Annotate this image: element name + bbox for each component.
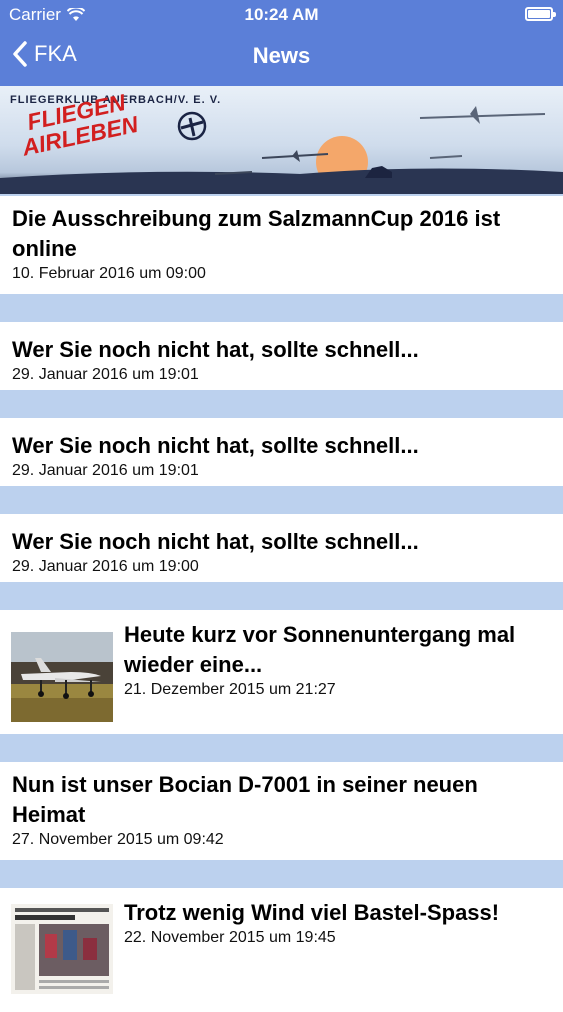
news-item[interactable]: Wer Sie noch nicht hat, sollte schnell..… — [0, 418, 563, 486]
news-date: 29. Januar 2016 um 19:01 — [12, 366, 199, 383]
separator — [0, 582, 563, 610]
news-list: Die Ausschreibung zum SalzmannCup 2016 i… — [0, 196, 563, 1012]
separator — [0, 734, 563, 762]
club-banner: FLIEGERKLUB AUERBACH/V. E. V. FLIEGEN AI… — [0, 86, 563, 194]
news-title: Heute kurz vor Sonnenuntergang mal wiede… — [124, 622, 516, 677]
news-item[interactable]: Die Ausschreibung zum SalzmannCup 2016 i… — [0, 196, 563, 294]
newspaper-thumbnail — [11, 904, 113, 994]
battery-icon — [525, 7, 556, 21]
news-title: Wer Sie noch nicht hat, sollte schnell..… — [12, 529, 419, 554]
news-item[interactable]: Trotz wenig Wind viel Bastel-Spass! 22. … — [0, 888, 563, 1012]
navigation-bar: FKA News — [0, 30, 563, 86]
news-text: Trotz wenig Wind viel Bastel-Spass! 22. … — [124, 898, 553, 948]
news-title: Nun ist unser Bocian D-7001 in seiner ne… — [12, 772, 478, 827]
news-date: 27. November 2015 um 09:42 — [12, 831, 224, 848]
separator — [0, 860, 563, 888]
news-text: Heute kurz vor Sonnenuntergang mal wiede… — [124, 620, 553, 700]
news-date: 29. Januar 2016 um 19:00 — [12, 558, 199, 575]
news-date: 10. Februar 2016 um 09:00 — [12, 265, 206, 282]
news-title: Wer Sie noch nicht hat, sollte schnell..… — [12, 433, 419, 458]
separator — [0, 390, 563, 418]
status-time: 10:24 AM — [244, 5, 319, 24]
news-date: 22. November 2015 um 19:45 — [124, 929, 336, 946]
news-title: Wer Sie noch nicht hat, sollte schnell..… — [12, 337, 419, 362]
status-bar: Carrier 10:24 AM — [0, 0, 563, 30]
news-date: 21. Dezember 2015 um 21:27 — [124, 681, 336, 698]
news-title: Trotz wenig Wind viel Bastel-Spass! — [124, 900, 500, 925]
news-date: 29. Januar 2016 um 19:01 — [12, 462, 199, 479]
news-item[interactable]: Wer Sie noch nicht hat, sollte schnell..… — [0, 514, 563, 582]
news-item[interactable]: Wer Sie noch nicht hat, sollte schnell..… — [0, 322, 563, 390]
news-title: Die Ausschreibung zum SalzmannCup 2016 i… — [12, 206, 501, 261]
news-item[interactable]: Nun ist unser Bocian D-7001 in seiner ne… — [0, 762, 563, 860]
separator — [0, 294, 563, 322]
separator — [0, 486, 563, 514]
airplane-thumbnail — [11, 632, 113, 722]
news-item[interactable]: Heute kurz vor Sonnenuntergang mal wiede… — [0, 610, 563, 734]
page-title: News — [252, 43, 311, 68]
